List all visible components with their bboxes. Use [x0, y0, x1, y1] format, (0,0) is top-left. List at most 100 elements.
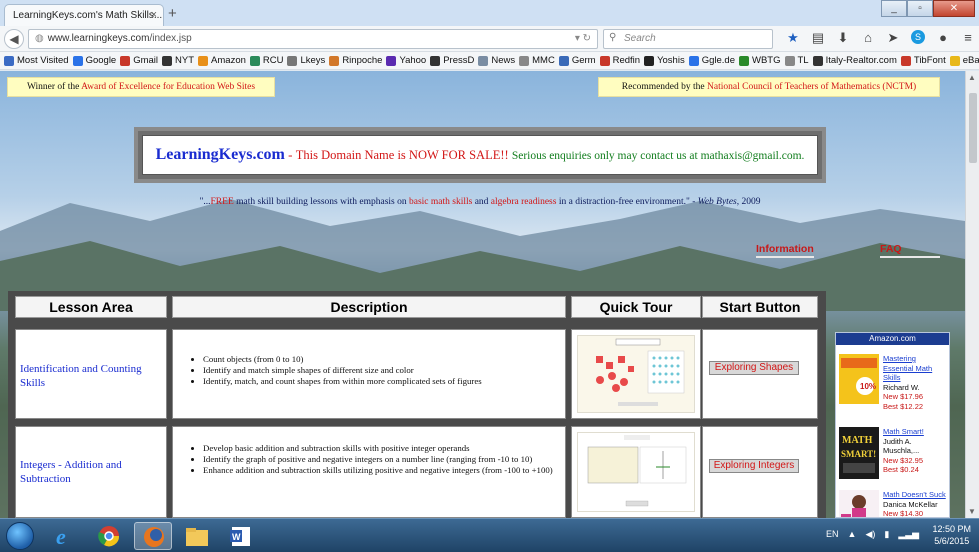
- bookmark-item[interactable]: News: [478, 55, 515, 66]
- amazon-title[interactable]: Math Doesn't Suck: [883, 490, 947, 500]
- bookmark-item[interactable]: TL: [784, 55, 809, 66]
- bookmark-item[interactable]: TibFont: [900, 55, 946, 66]
- send-icon[interactable]: ➤: [886, 30, 900, 46]
- description-item: Identify, match, and count shapes from w…: [203, 376, 555, 387]
- book-cover-math-smart[interactable]: MATH SMART!: [839, 427, 879, 479]
- tab-close-icon[interactable]: ×: [151, 9, 157, 21]
- battery-icon[interactable]: ▮: [884, 529, 889, 540]
- window-controls: _ ▫ ✕: [881, 0, 975, 17]
- amazon-header[interactable]: Amazon.com: [836, 333, 949, 345]
- tab-learningkeys[interactable]: LearningKeys.com's Math Skills... ×: [4, 4, 164, 26]
- bookmark-star-icon[interactable]: ★: [786, 30, 800, 46]
- nctm-link[interactable]: National Council of Teachers of Mathemat…: [707, 82, 916, 92]
- quick-tour-thumbnail-integers[interactable]: [577, 432, 695, 512]
- information-link[interactable]: Information: [756, 243, 814, 258]
- toolbar-icons: ★ ▤ ⬇ ⌂ ➤ S ● ≡: [786, 30, 975, 46]
- bookmark-item[interactable]: Italy-Realtor.com: [812, 55, 897, 66]
- new-tab-button[interactable]: +: [168, 5, 177, 22]
- bookmark-item[interactable]: MMC: [519, 55, 555, 66]
- amazon-item-text: Mastering Essential Math Skills Richard …: [883, 354, 947, 411]
- description-cell: Develop basic addition and subtraction s…: [172, 426, 566, 518]
- bookmark-item[interactable]: Yoshis: [644, 55, 685, 66]
- book-cover-mastering-math[interactable]: 10%: [839, 354, 879, 404]
- clock[interactable]: 12:50 PM 5/6/2015: [932, 523, 971, 547]
- lesson-link-identification[interactable]: Identification and Counting Skills: [20, 362, 162, 390]
- network-icon[interactable]: ▂▃▅: [898, 529, 919, 540]
- quote-part: "...: [199, 197, 211, 207]
- description-cell: Count objects (from 0 to 10) Identify an…: [172, 329, 566, 419]
- file-explorer-icon[interactable]: [178, 522, 216, 550]
- exploring-integers-button[interactable]: Exploring Integers: [709, 459, 799, 473]
- close-window-button[interactable]: ✕: [933, 0, 975, 17]
- search-input[interactable]: ⚲ Search: [603, 29, 773, 49]
- quote-algebra: algebra readiness: [490, 197, 557, 207]
- home-icon[interactable]: ⌂: [861, 30, 875, 46]
- scroll-down-icon[interactable]: ▼: [968, 507, 976, 516]
- language-indicator[interactable]: EN: [826, 529, 839, 540]
- bookmark-item[interactable]: Rinpoche: [329, 55, 382, 66]
- bookmark-item[interactable]: eBay: [949, 55, 979, 66]
- maximize-button[interactable]: ▫: [907, 0, 933, 17]
- chat-icon[interactable]: ●: [936, 30, 950, 46]
- chrome-icon[interactable]: [90, 522, 128, 550]
- svg-text:MATH: MATH: [842, 435, 873, 446]
- bookmark-label: Lkeys: [300, 55, 326, 66]
- bookmark-favicon-icon: [287, 55, 298, 66]
- sale-dash: -: [284, 147, 296, 162]
- bookmark-label: Yoshis: [657, 55, 685, 66]
- bookmark-item[interactable]: WBTG: [739, 55, 781, 66]
- tray-arrow-icon[interactable]: ▲: [848, 529, 857, 540]
- amazon-item: Math Doesn't Suck Danica McKellar New $1…: [839, 490, 947, 517]
- url-bar[interactable]: ◍ www.learningkeys.com/index.jsp ▾ ↻: [28, 29, 598, 49]
- description-item: Develop basic addition and subtraction s…: [203, 443, 555, 454]
- bookmark-item[interactable]: Amazon: [198, 55, 246, 66]
- windows-taskbar: e W EN ▲ ◀) ▮ ▂▃▅ 12:50 PM 5/6/2015: [0, 518, 979, 552]
- header-description: Description: [172, 296, 566, 318]
- bookmark-item[interactable]: Most Visited: [4, 55, 69, 66]
- globe-icon: ◍: [35, 33, 44, 44]
- lesson-table: Lesson Area Description Quick Tour Start…: [8, 291, 826, 518]
- start-button[interactable]: [6, 522, 34, 550]
- book-cover-math-doesnt-suck[interactable]: [839, 490, 879, 517]
- reload-icon[interactable]: ▾ ↻: [575, 33, 591, 44]
- download-icon[interactable]: ⬇: [836, 30, 850, 46]
- bookmark-item[interactable]: Redfin: [599, 55, 641, 66]
- minimize-button[interactable]: _: [881, 0, 907, 17]
- scroll-up-icon[interactable]: ▲: [968, 73, 976, 82]
- firefox-icon[interactable]: [134, 522, 172, 550]
- bookmark-item[interactable]: Gmail: [120, 55, 158, 66]
- menu-icon[interactable]: ≡: [961, 30, 975, 46]
- bookmark-favicon-icon: [198, 55, 209, 66]
- bookmark-label: eBay: [962, 55, 979, 66]
- bookmark-item[interactable]: Germ: [558, 55, 596, 66]
- web-page: Winner of the Award of Excellence for Ed…: [0, 71, 965, 518]
- quote-year: , 2009: [736, 197, 761, 207]
- faq-link[interactable]: FAQ: [880, 243, 940, 258]
- bookmark-item[interactable]: PressD: [430, 55, 474, 66]
- award-link[interactable]: Award of Excellence for Education Web Si…: [81, 82, 255, 92]
- bookmark-item[interactable]: RCU: [249, 55, 283, 66]
- bookmark-label: Redfin: [612, 55, 641, 66]
- vertical-scrollbar[interactable]: ▲ ▼: [965, 71, 979, 518]
- bookmark-item[interactable]: NYT: [162, 55, 194, 66]
- amazon-author: Danica McKellar: [883, 499, 938, 509]
- bookmark-label: Germ: [571, 55, 596, 66]
- bookmark-item[interactable]: Ggle.de: [688, 55, 735, 66]
- exploring-shapes-button[interactable]: Exploring Shapes: [709, 361, 799, 375]
- bookmarks-bar: Most Visited Google Gmail NYT Amazon RCU Lkeys…: [0, 52, 979, 70]
- bookmark-item[interactable]: Google: [72, 55, 116, 66]
- back-button[interactable]: ◀: [4, 29, 24, 49]
- volume-icon[interactable]: ◀): [865, 529, 875, 540]
- amazon-title[interactable]: Math Smart!: [883, 427, 947, 437]
- quick-tour-thumbnail-shapes[interactable]: [577, 335, 695, 413]
- lesson-link-integers[interactable]: Integers - Addition and Subtraction: [20, 458, 162, 486]
- nctm-prefix: Recommended by the: [621, 82, 708, 92]
- amazon-title[interactable]: Mastering Essential Math Skills: [883, 354, 947, 383]
- skype-icon[interactable]: S: [911, 30, 925, 44]
- reading-list-icon[interactable]: ▤: [811, 30, 825, 46]
- scrollbar-thumb[interactable]: [969, 93, 977, 163]
- bookmark-item[interactable]: Lkeys: [287, 55, 325, 66]
- word-icon[interactable]: W: [222, 522, 260, 550]
- internet-explorer-icon[interactable]: e: [46, 522, 84, 550]
- bookmark-item[interactable]: Yahoo: [386, 55, 426, 66]
